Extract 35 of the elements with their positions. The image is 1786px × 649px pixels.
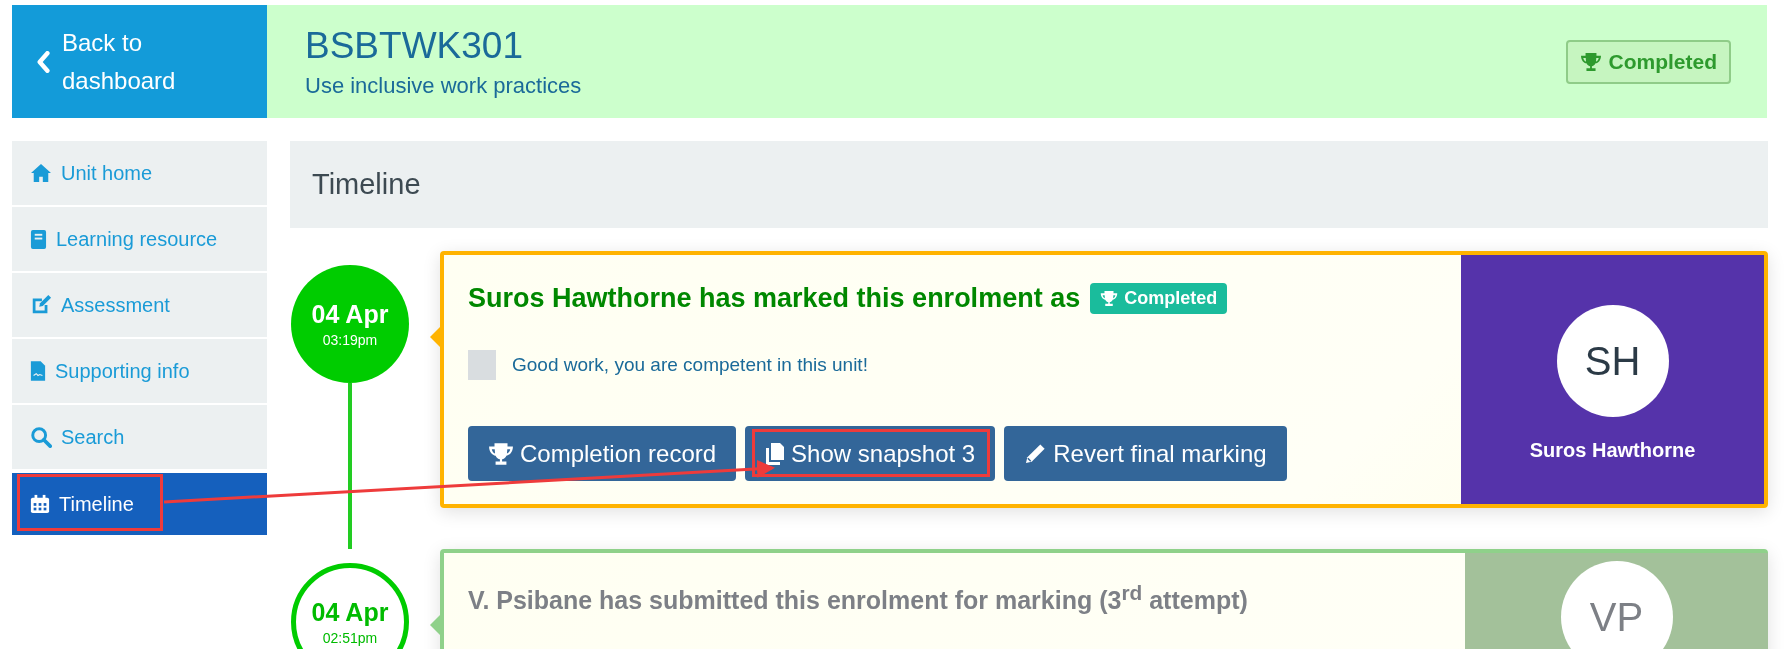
thumbnail-placeholder: [468, 350, 496, 380]
status-badge: Completed: [1566, 39, 1731, 84]
unit-code: BSBTWK301: [305, 24, 524, 67]
person-name: Suros Hawthorne: [1529, 439, 1696, 462]
event-title: Suros Hawthorne has marked this enrolment as: [468, 283, 1081, 314]
comment-text: Good work, you are competent in this unit!: [512, 354, 868, 376]
date-circle: 04 Apr 03:19pm: [291, 265, 409, 383]
sidebar-item[interactable]: Supporting info: [12, 339, 267, 403]
action-button[interactable]: Show snapshot 3: [745, 426, 996, 481]
book-icon: [30, 228, 47, 250]
home-icon: [30, 163, 52, 183]
sidebar-item[interactable]: Assessment: [12, 273, 267, 337]
search-icon: [30, 426, 52, 448]
document-icon: [30, 360, 46, 382]
back-to-dashboard-link[interactable]: Back to dashboard: [12, 5, 267, 118]
sidebar-item[interactable]: Learning resource: [12, 207, 267, 271]
action-button[interactable]: Completion record: [468, 426, 737, 481]
trophy-icon: [1580, 51, 1603, 72]
sidebar-item[interactable]: Search: [12, 405, 267, 469]
unit-title: Use inclusive work practices: [305, 72, 582, 99]
sidebar-item[interactable]: Timeline: [12, 473, 267, 535]
trophy-icon: [488, 441, 514, 466]
sidebar-item[interactable]: Unit home: [12, 141, 267, 205]
chevron-left-icon: [36, 50, 50, 73]
event-title: V. Psibane has submitted this enrolment for marking (3$^{rd}$ attempt): [468, 581, 1248, 616]
date-circle: 04 Apr 02:51pm: [291, 563, 409, 649]
edit-icon: [30, 294, 52, 316]
calendar-icon: [30, 494, 50, 514]
action-button[interactable]: Revert final marking: [1004, 426, 1287, 481]
status-badge: Completed: [1090, 283, 1228, 314]
avatar: SH: [1556, 305, 1669, 417]
page-title: Timeline: [312, 168, 421, 201]
trophy-icon: [1100, 290, 1119, 307]
copy-icon: [765, 441, 786, 466]
avatar: VP: [1560, 561, 1673, 649]
